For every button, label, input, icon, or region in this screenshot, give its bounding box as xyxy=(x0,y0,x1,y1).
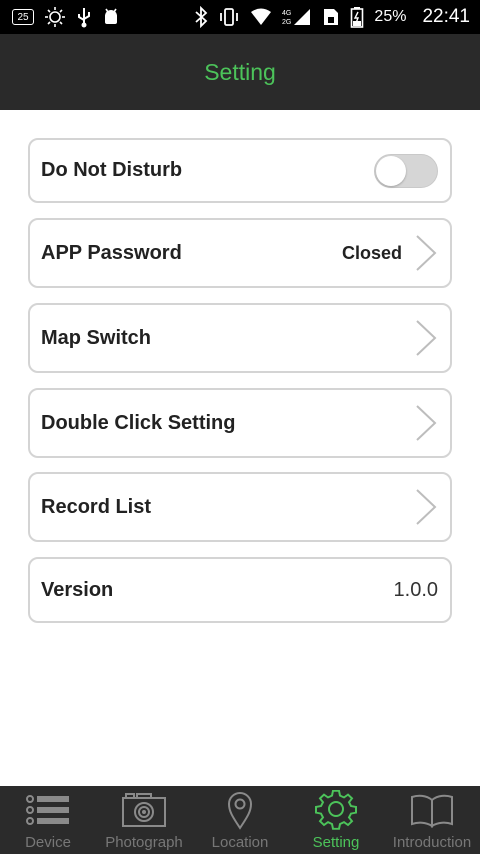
setting-label: Map Switch xyxy=(41,326,152,349)
signal-icon: 4G 2G xyxy=(282,9,311,26)
wifi-icon xyxy=(251,8,272,25)
chevron-right-icon xyxy=(416,235,437,271)
status-bar-right: 4G 2G 25% 22:41 xyxy=(194,6,470,28)
svg-text:2G: 2G xyxy=(282,19,291,26)
setting-right: Closed xyxy=(342,233,438,273)
nav-tab-photograph[interactable]: Photograph xyxy=(96,786,192,854)
header-bar: Setting xyxy=(0,34,480,110)
camera-icon xyxy=(122,793,166,827)
nav-label: Photograph xyxy=(105,834,183,851)
chevron-right-icon xyxy=(416,405,437,441)
setting-label: APP Password xyxy=(41,241,182,264)
status-bar: 25 4G 2G 25% 22:41 xyxy=(0,0,480,34)
setting-label: Version xyxy=(41,578,114,601)
sim-icon xyxy=(324,9,339,25)
app-password-status: Closed xyxy=(341,242,402,263)
setting-label: Double Click Setting xyxy=(41,411,236,434)
battery-icon xyxy=(351,7,364,28)
notification-count-icon: 25 xyxy=(12,9,34,25)
setting-record-list[interactable]: Record List xyxy=(28,472,452,542)
toggle-knob xyxy=(376,155,406,186)
location-pin-icon xyxy=(227,792,253,830)
battery-percent: 25% xyxy=(374,8,407,25)
setting-do-not-disturb: Do Not Disturb xyxy=(28,138,452,203)
android-debug-icon xyxy=(105,8,117,24)
brightness-icon xyxy=(45,7,65,27)
setting-double-click[interactable]: Double Click Setting xyxy=(28,388,452,458)
nav-tab-setting[interactable]: Setting xyxy=(288,786,384,854)
nav-label: Introduction xyxy=(392,834,472,851)
svg-text:4G: 4G xyxy=(282,10,291,17)
do-not-disturb-toggle[interactable] xyxy=(374,153,438,188)
nav-tab-device[interactable]: Device xyxy=(0,786,96,854)
bluetooth-icon xyxy=(195,6,208,28)
vibrate-icon xyxy=(220,8,239,26)
setting-version: Version 1.0.0 xyxy=(28,557,452,623)
setting-map-switch[interactable]: Map Switch xyxy=(28,303,452,373)
setting-label: Do Not Disturb xyxy=(41,159,183,181)
clock: 22:41 xyxy=(422,6,470,27)
setting-label: Record List xyxy=(41,495,152,518)
list-icon xyxy=(26,795,69,825)
usb-icon xyxy=(78,8,90,28)
book-icon xyxy=(411,794,453,828)
chevron-right-icon xyxy=(416,489,437,525)
page-title: Setting xyxy=(204,58,276,85)
nav-label: Setting xyxy=(312,834,360,851)
nav-label: Location xyxy=(211,834,269,851)
gear-icon xyxy=(315,790,357,830)
bottom-nav: Device Photograph Location Setting Intro… xyxy=(0,786,480,854)
status-bar-left: 25 xyxy=(12,6,120,28)
nav-tab-location[interactable]: Location xyxy=(192,786,288,854)
setting-app-password[interactable]: APP Password Closed xyxy=(28,218,452,288)
nav-tab-introduction[interactable]: Introduction xyxy=(384,786,480,854)
chevron-right-icon xyxy=(416,320,437,356)
nav-label: Device xyxy=(25,834,71,851)
version-value: 1.0.0 xyxy=(393,578,438,601)
